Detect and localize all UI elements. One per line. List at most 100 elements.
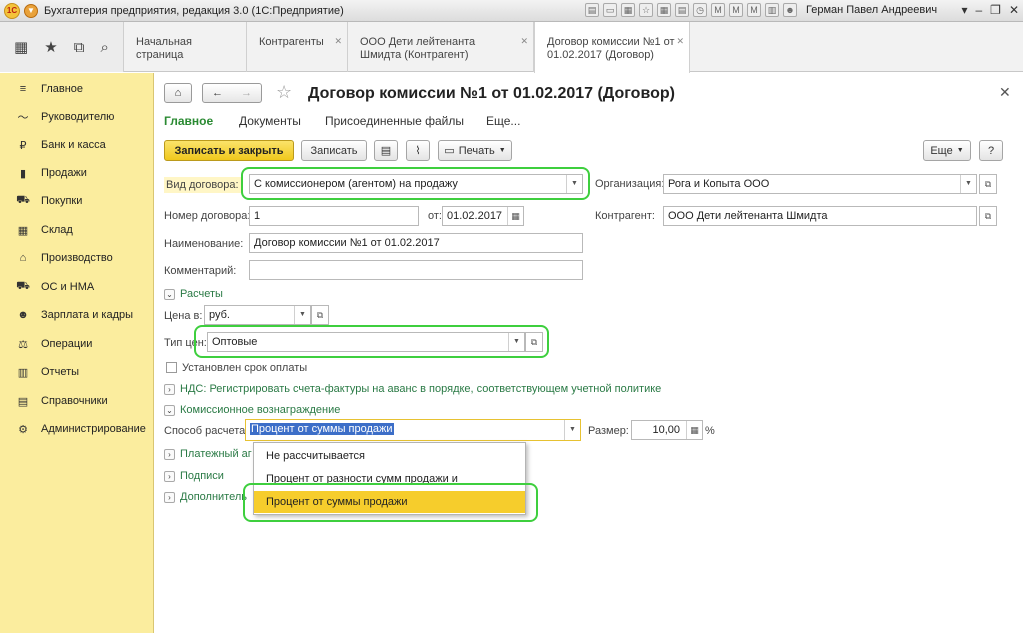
open-organization-button[interactable]: ⧉ xyxy=(979,174,997,194)
name-input[interactable]: Договор комиссии №1 от 01.02.2017 xyxy=(249,233,583,253)
calendar-icon[interactable]: ▦ xyxy=(621,3,635,17)
save-icon[interactable]: ▭ xyxy=(603,3,617,17)
sidebar-item-main[interactable]: ≡ Главное xyxy=(0,75,154,103)
calculator-icon[interactable]: ▦ xyxy=(657,3,671,17)
favorites-icon[interactable]: ★ xyxy=(44,38,57,56)
sidebar-item-salary[interactable]: ☻ Зарплата и кадры xyxy=(0,301,154,329)
back-icon[interactable]: ← xyxy=(212,87,223,99)
chevron-down-icon[interactable]: ▼ xyxy=(564,420,580,440)
chevron-down-icon[interactable]: ▼ xyxy=(294,306,310,324)
list-icon: ▤ xyxy=(380,145,392,157)
open-currency-button[interactable]: ⧉ xyxy=(311,305,329,325)
tab-home[interactable]: Начальная страница xyxy=(124,22,247,72)
group-label: Дополнитель xyxy=(180,491,247,503)
contract-form: ⌂ ← → ☆ Договор комиссии №1 от 01.02.201… xyxy=(155,73,1023,633)
organization-label: Организация: xyxy=(595,178,665,190)
menu-arrow-icon[interactable]: ▾ xyxy=(961,3,967,17)
memory-minus-icon[interactable]: M xyxy=(729,3,743,17)
open-counterparty-button[interactable]: ⧉ xyxy=(979,206,997,226)
save-button[interactable]: Записать xyxy=(301,140,367,161)
counterparty-input[interactable]: ООО Дети лейтенанта Шмидта xyxy=(663,206,977,226)
sidebar-item-purchases[interactable]: ⛟ Покупки xyxy=(0,187,154,215)
menu-icon: ≡ xyxy=(19,83,27,95)
attach-button[interactable]: ⌇ xyxy=(406,140,430,161)
user-name[interactable]: Герман Павел Андреевич xyxy=(806,4,937,16)
highlight-frame xyxy=(243,483,538,522)
sidebar-item-production[interactable]: ⌂ Производство xyxy=(0,244,154,272)
close-tab-icon[interactable]: ✕ xyxy=(334,35,342,48)
group-settlements[interactable]: ⌄ Расчеты xyxy=(164,288,223,300)
scales-icon: ⚖ xyxy=(18,338,28,351)
sections-sidebar: ≡ Главное 〜 Руководителю ₽ Банк и касса ▮ Пр… xyxy=(0,73,154,633)
help-button[interactable]: ? xyxy=(979,140,1003,161)
group-payment-agent[interactable]: › Платежный аг xyxy=(164,448,252,460)
sidebar-item-admin[interactable]: ⚙ Администрирование xyxy=(0,415,154,443)
sidebar-item-bank[interactable]: ₽ Банк и касса xyxy=(0,131,154,159)
tab-attached-files[interactable]: Присоединенные файлы xyxy=(325,114,464,128)
chevron-right-icon: › xyxy=(164,470,175,482)
group-additional[interactable]: › Дополнитель xyxy=(164,491,247,503)
tab-more[interactable]: Еще... xyxy=(486,114,520,128)
sidebar-item-assets[interactable]: ⛟ ОС и НМА xyxy=(0,273,154,301)
sidebar-item-reports[interactable]: ▥ Отчеты xyxy=(0,358,154,386)
search-icon[interactable]: ⌕ xyxy=(101,39,109,56)
home-button[interactable]: ⌂ xyxy=(164,83,192,103)
tab-counterparty-item[interactable]: ООО Дети лейтенанта Шмидта (Контрагент) … xyxy=(348,22,534,72)
sidebar-item-label: Покупки xyxy=(41,195,83,207)
chevron-down-icon[interactable]: ▼ xyxy=(960,175,976,193)
comment-label: Комментарий: xyxy=(164,265,237,277)
more-button[interactable]: Еще ▼ xyxy=(923,140,971,161)
calc-method-select[interactable]: Процент от суммы продажи ▼ xyxy=(245,419,581,441)
currency-select[interactable]: руб. ▼ xyxy=(204,305,311,325)
payment-term-checkbox[interactable] xyxy=(166,362,177,373)
sidebar-item-sales[interactable]: ▮ Продажи xyxy=(0,159,154,187)
dropdown-option[interactable]: Не рассчитывается xyxy=(254,445,525,467)
group-commission[interactable]: ⌄ Комиссионное вознаграждение xyxy=(164,404,340,416)
calculator-icon[interactable]: ▦ xyxy=(686,421,702,439)
structure-button[interactable]: ▤ xyxy=(374,140,398,161)
calendar-icon[interactable]: ▦ xyxy=(507,207,523,225)
more-label: Еще xyxy=(930,144,953,157)
sidebar-item-label: Операции xyxy=(41,338,93,350)
sidebar-item-warehouse[interactable]: ▦ Склад xyxy=(0,216,154,244)
history-icon[interactable]: ◷ xyxy=(693,3,707,17)
comment-input[interactable] xyxy=(249,260,583,280)
print-icon[interactable]: ▤ xyxy=(585,3,599,17)
size-label: Размер: xyxy=(588,425,629,437)
forward-icon[interactable]: → xyxy=(241,87,252,99)
close-tab-icon[interactable]: ✕ xyxy=(676,35,684,48)
sidebar-item-operations[interactable]: ⚖ Операции xyxy=(0,330,154,358)
notes-icon[interactable]: ▤ xyxy=(675,3,689,17)
name-label: Наименование: xyxy=(164,238,244,250)
favorite-icon[interactable]: ☆ xyxy=(639,3,653,17)
memory-plus-icon[interactable]: M xyxy=(747,3,761,17)
number-input[interactable]: 1 xyxy=(249,206,419,226)
main-menu-icon[interactable]: ▼ xyxy=(24,3,38,18)
sidebar-item-manager[interactable]: 〜 Руководителю xyxy=(0,103,154,131)
panels-icon[interactable]: ▥ xyxy=(765,3,779,17)
payment-term-label: Установлен срок оплаты xyxy=(182,362,308,374)
sidebar-item-references[interactable]: ▤ Справочники xyxy=(0,387,154,415)
history-icon[interactable]: ⧉ xyxy=(74,39,85,56)
close-form-icon[interactable]: ✕ xyxy=(999,84,1011,101)
group-label: Комиссионное вознаграждение xyxy=(180,404,341,416)
tab-counterparties[interactable]: Контрагенты ✕ xyxy=(247,22,348,72)
favorite-star-icon[interactable]: ☆ xyxy=(276,82,292,103)
tab-contract[interactable]: Договор комиссии №1 от 01.02.2017 (Догов… xyxy=(534,22,690,73)
close-tab-icon[interactable]: ✕ xyxy=(520,35,528,48)
memory-icon[interactable]: M xyxy=(711,3,725,17)
size-input[interactable]: 10,00 ▦ xyxy=(631,420,703,440)
date-input[interactable]: 01.02.2017 ▦ xyxy=(442,206,524,226)
close-window-icon[interactable]: ✕ xyxy=(1009,3,1019,17)
organization-select[interactable]: Рога и Копыта ООО ▼ xyxy=(663,174,977,194)
save-and-close-button[interactable]: Записать и закрыть xyxy=(164,140,294,161)
restore-icon[interactable]: ❐ xyxy=(990,3,1001,17)
group-vat[interactable]: › НДС: Регистрировать счета-фактуры на а… xyxy=(164,383,661,395)
print-button[interactable]: ▭ Печать ▼ xyxy=(438,140,512,161)
minimize-icon[interactable]: – xyxy=(975,3,982,17)
tab-main[interactable]: Главное xyxy=(164,114,213,128)
tab-documents[interactable]: Документы xyxy=(239,114,301,128)
number-label: Номер договора: xyxy=(164,210,251,222)
group-signatures[interactable]: › Подписи xyxy=(164,470,224,482)
all-functions-icon[interactable]: ▦ xyxy=(14,38,28,56)
